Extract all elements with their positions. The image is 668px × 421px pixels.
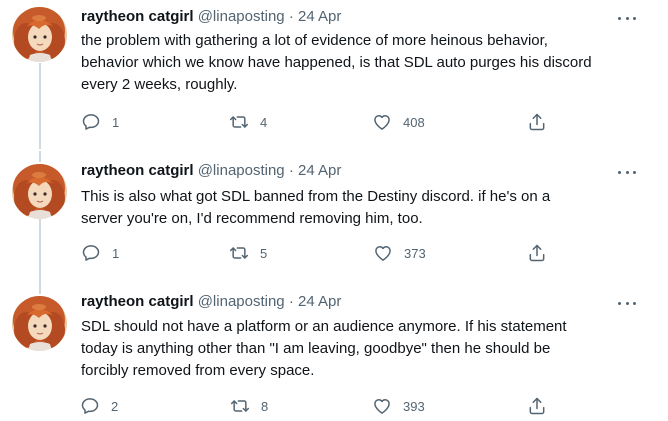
share-button[interactable]: [527, 111, 547, 133]
share-button[interactable]: [527, 395, 547, 417]
tweet-text-line: server you're on, I'd recommend removing…: [81, 210, 423, 227]
reply-count: 1: [112, 114, 120, 130]
heart-icon: [372, 112, 392, 132]
more-icon[interactable]: [618, 163, 636, 181]
retweet-icon: [229, 112, 249, 132]
share-icon: [527, 112, 547, 132]
tweet-date[interactable]: 24 Apr: [298, 293, 341, 310]
share-icon: [527, 396, 547, 416]
retweet-button[interactable]: 8: [230, 395, 268, 417]
heart-icon: [373, 243, 393, 263]
tweet-text-line: SDL should not have a platform or an aud…: [81, 318, 567, 335]
tweet-text-line: the problem with gathering a lot of evid…: [81, 32, 548, 49]
tweet-text: This is also what got SDL banned from th…: [81, 186, 641, 230]
reply-icon: [80, 396, 100, 416]
retweet-button[interactable]: 4: [229, 111, 267, 133]
like-count: 373: [404, 245, 426, 261]
user-handle[interactable]: @linaposting: [198, 162, 285, 179]
avatar[interactable]: [12, 296, 67, 351]
tweet[interactable]: raytheon catgirl @linaposting · 24 Apr T…: [0, 151, 668, 285]
tweet-text-line: This is also what got SDL banned from th…: [81, 188, 551, 205]
tweet-text-line: today is anything other than "I am leavi…: [81, 340, 551, 357]
display-name[interactable]: raytheon catgirl: [81, 8, 194, 25]
reply-button[interactable]: 1: [81, 111, 119, 133]
thread-connector: [39, 285, 41, 294]
retweet-count: 5: [260, 245, 268, 261]
thread-connector: [39, 151, 41, 162]
reply-count: 1: [112, 245, 120, 261]
more-icon[interactable]: [618, 9, 636, 27]
user-handle[interactable]: @linaposting: [198, 8, 285, 25]
reply-count: 2: [111, 398, 119, 414]
tweet-actions: 2 8 393: [0, 395, 668, 417]
tweet-actions: 1 5 373: [0, 242, 668, 264]
avatar[interactable]: [12, 7, 67, 62]
tweet-header: raytheon catgirl @linaposting · 24 Apr: [81, 292, 341, 312]
tweet-text: SDL should not have a platform or an aud…: [81, 316, 641, 382]
share-icon: [527, 243, 547, 263]
like-button[interactable]: 408: [372, 111, 425, 133]
separator-dot: ·: [288, 8, 294, 25]
retweet-icon: [229, 243, 249, 263]
like-count: 393: [403, 398, 425, 414]
retweet-count: 8: [261, 398, 269, 414]
reply-icon: [81, 112, 101, 132]
tweet-header: raytheon catgirl @linaposting · 24 Apr: [81, 7, 341, 27]
share-button[interactable]: [527, 242, 547, 264]
reply-icon: [81, 243, 101, 263]
tweet-text-line: every 2 weeks, roughly.: [81, 76, 238, 93]
heart-icon: [372, 396, 392, 416]
like-button[interactable]: 373: [373, 242, 426, 264]
retweet-button[interactable]: 5: [229, 242, 267, 264]
like-button[interactable]: 393: [372, 395, 425, 417]
tweet-actions: 1 4 408: [0, 111, 668, 133]
tweet-date[interactable]: 24 Apr: [298, 8, 341, 25]
display-name[interactable]: raytheon catgirl: [81, 162, 194, 179]
retweet-count: 4: [260, 114, 268, 130]
tweet-header: raytheon catgirl @linaposting · 24 Apr: [81, 161, 341, 181]
tweet-text: the problem with gathering a lot of evid…: [81, 30, 641, 96]
user-handle[interactable]: @linaposting: [198, 293, 285, 310]
separator-dot: ·: [288, 293, 294, 310]
tweet-text-line: behavior which we know have happened, is…: [81, 54, 592, 71]
like-count: 408: [403, 114, 425, 130]
tweet-date[interactable]: 24 Apr: [298, 162, 341, 179]
thread-connector: [39, 63, 41, 149]
reply-button[interactable]: 1: [81, 242, 119, 264]
tweet-text-line: forcibly removed from every space.: [81, 362, 315, 379]
tweet[interactable]: raytheon catgirl @linaposting · 24 Apr S…: [0, 285, 668, 421]
separator-dot: ·: [288, 162, 294, 179]
more-icon[interactable]: [618, 294, 636, 312]
tweet[interactable]: raytheon catgirl @linaposting · 24 Apr t…: [0, 0, 668, 151]
avatar[interactable]: [12, 164, 67, 219]
retweet-icon: [230, 396, 250, 416]
display-name[interactable]: raytheon catgirl: [81, 293, 194, 310]
reply-button[interactable]: 2: [80, 395, 118, 417]
